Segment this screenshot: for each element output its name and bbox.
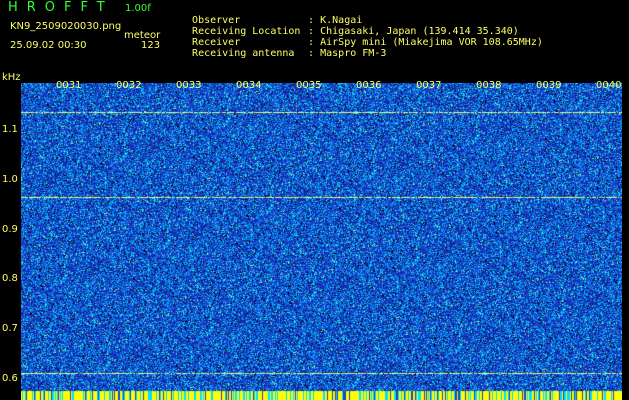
y-tick-label: 0.7	[2, 323, 18, 334]
info-row-antenna: Receiving antenna: Maspro FM-3	[180, 37, 386, 59]
x-tick-label: 0033	[176, 80, 202, 91]
x-tick-label: 0032	[116, 80, 142, 91]
version-label: 1.00f	[125, 3, 151, 14]
y-axis-unit: kHz	[2, 72, 21, 83]
y-tick-label: 1.1	[2, 124, 18, 135]
y-tick-label: 0.9	[2, 224, 18, 235]
x-tick-label: 0040	[596, 80, 622, 91]
x-tick-label: 0031	[56, 80, 82, 91]
timestamp-label: 25.09.02 00:30	[10, 40, 87, 51]
x-tick-label: 0038	[476, 80, 502, 91]
y-tick-label: 0.6	[2, 373, 18, 384]
y-tick-label: 1.0	[2, 174, 18, 185]
hrofft-logo: HROFFT	[8, 0, 114, 15]
info-key: Receiving antenna	[192, 48, 295, 59]
x-tick-label: 0035	[296, 80, 322, 91]
x-tick-label: 0036	[356, 80, 382, 91]
spectrogram-canvas	[21, 83, 622, 400]
x-tick-label: 0034	[236, 80, 262, 91]
x-tick-label: 0037	[416, 80, 442, 91]
info-value: Maspro FM-3	[320, 48, 387, 59]
filename-label: KN9_2509020030.png	[10, 21, 122, 32]
info-sep: :	[308, 48, 315, 59]
count-label: 123	[141, 40, 161, 51]
y-tick-label: 0.8	[2, 273, 18, 284]
x-tick-label: 0039	[536, 80, 562, 91]
